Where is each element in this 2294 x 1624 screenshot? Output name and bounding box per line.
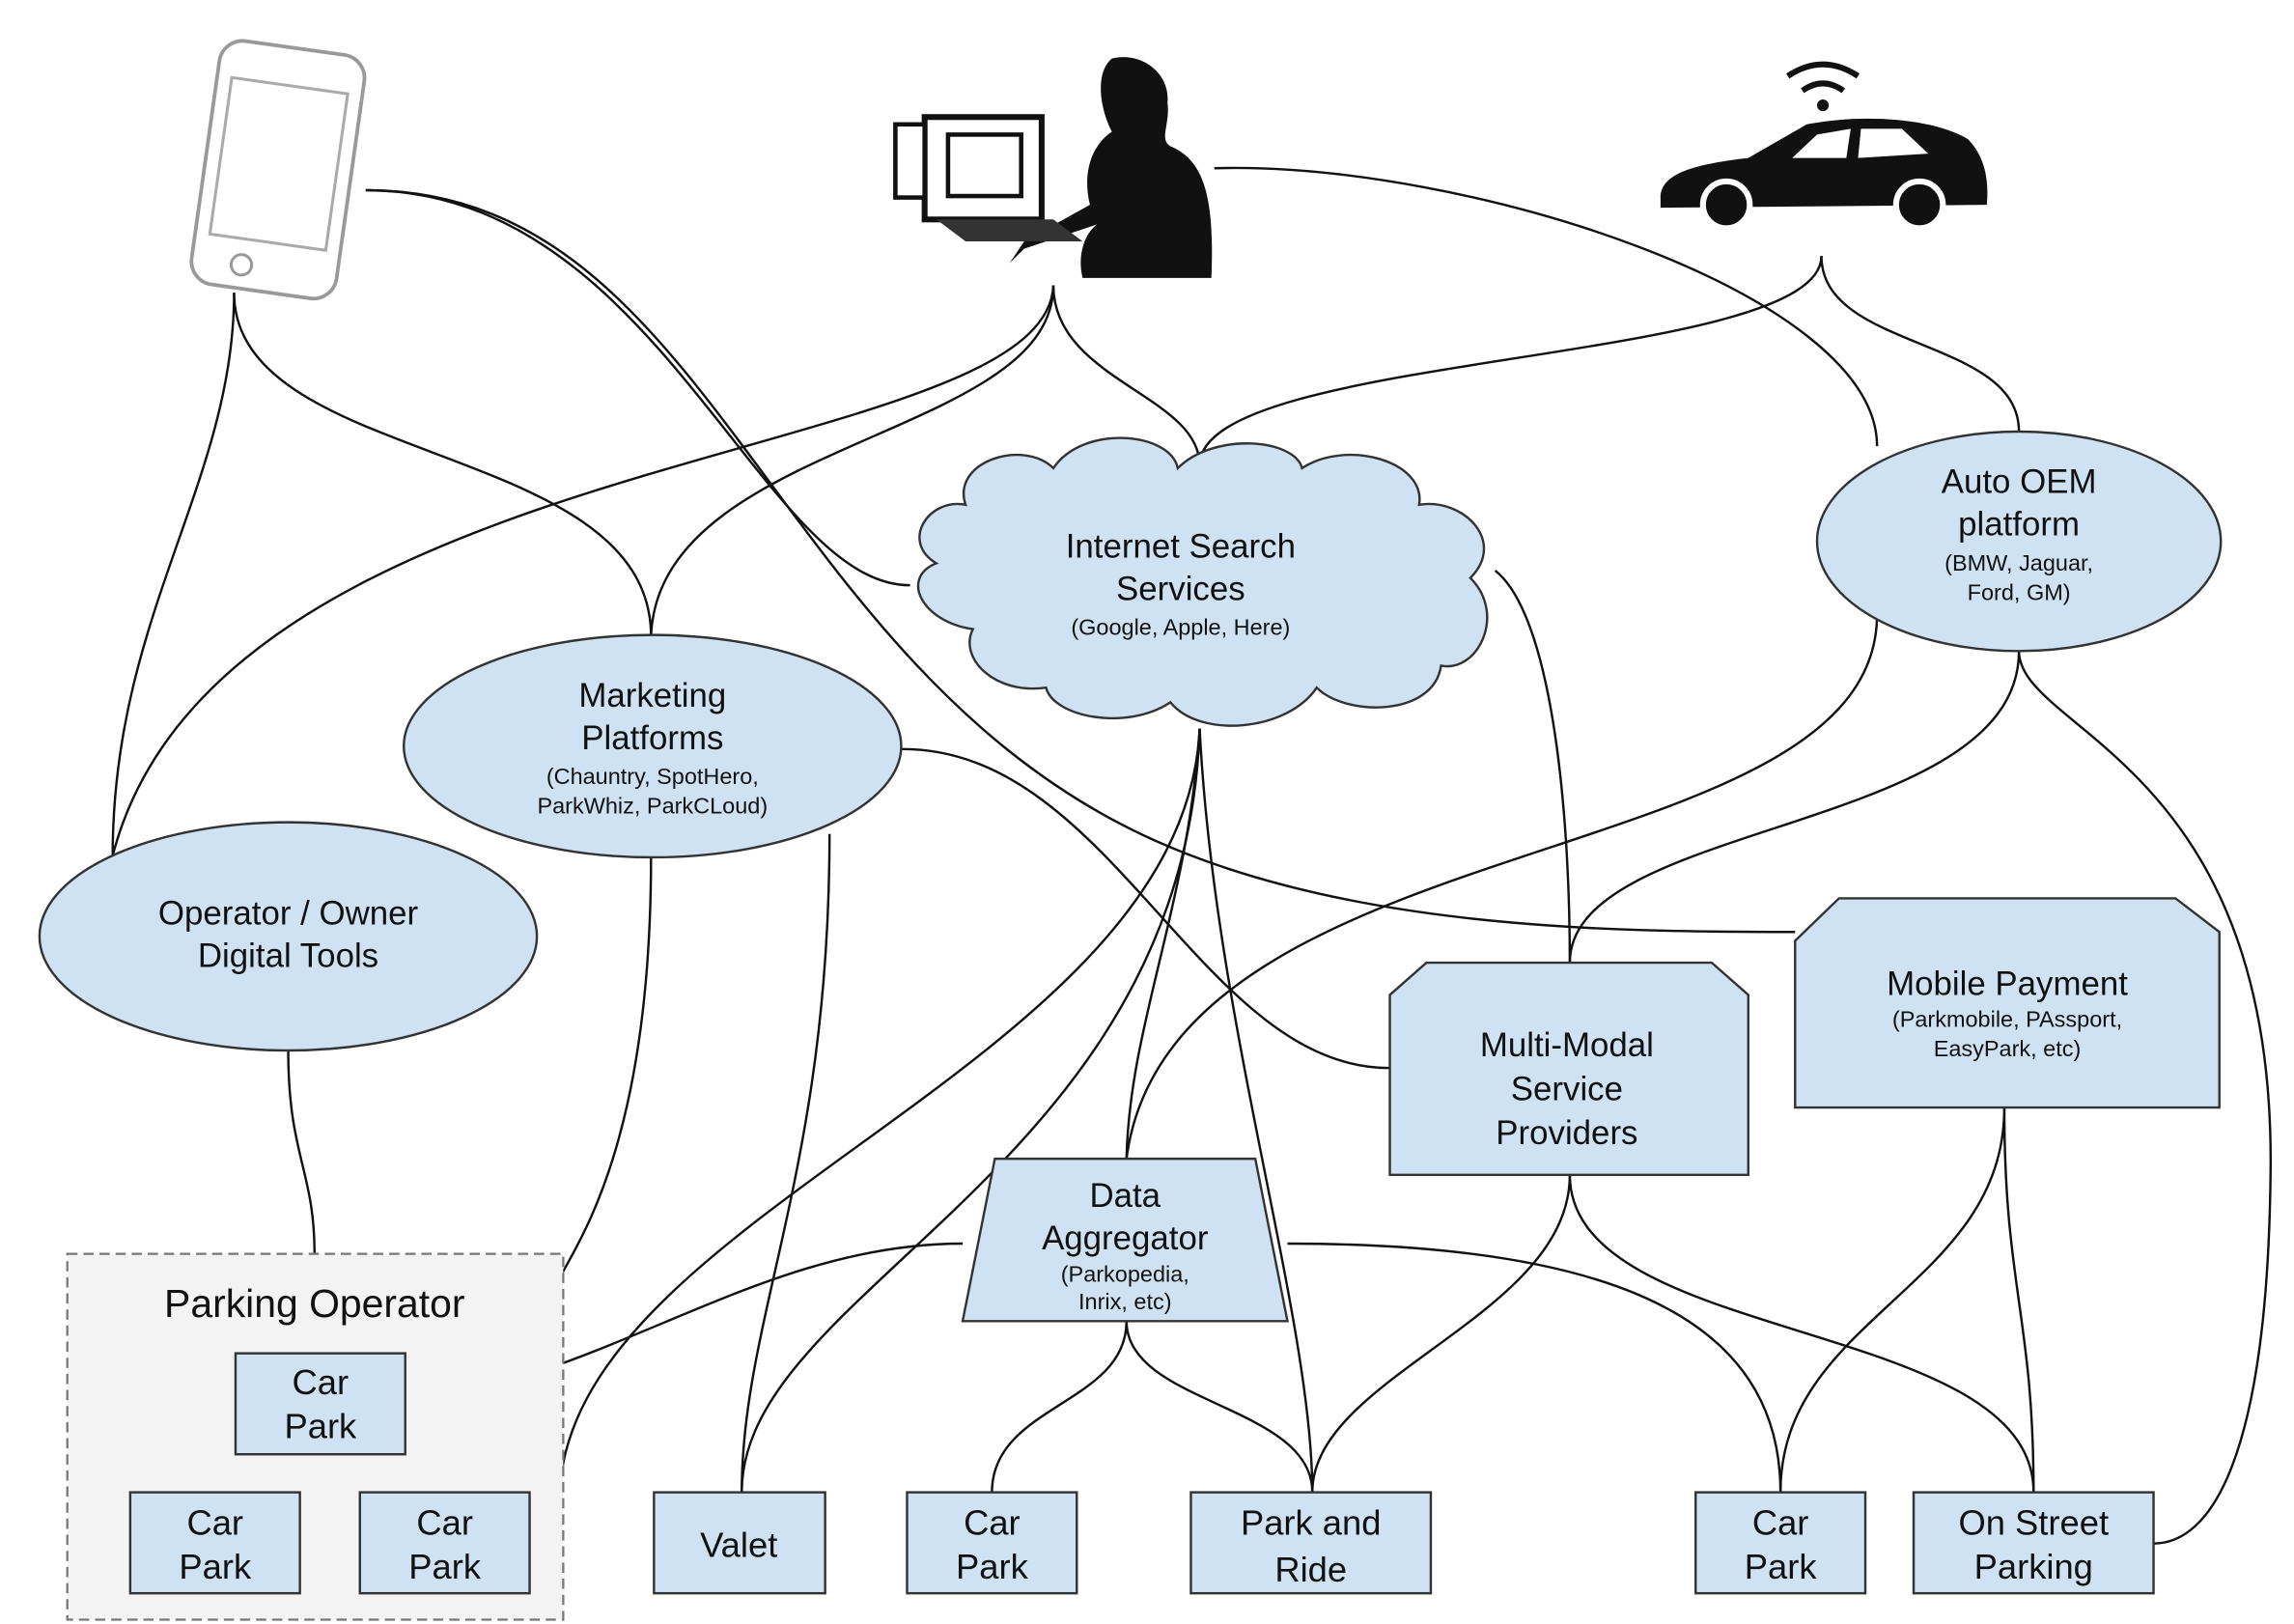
marketing-title-1: Marketing xyxy=(578,677,726,714)
park-ride-label-2: Ride xyxy=(1274,1550,1347,1589)
node-multimodal-service-providers[interactable]: Multi-Modal Service Providers xyxy=(1388,961,1750,1177)
aggregator-examples-1: (Parkopedia, xyxy=(1061,1261,1189,1286)
auto-oem-title-1: Auto OEM xyxy=(1942,463,2097,501)
node-data-aggregator[interactable]: Data Aggregator (Parkopedia, Inrix, etc) xyxy=(961,1157,1289,1323)
aggregator-title-2: Aggregator xyxy=(1042,1219,1209,1257)
node-on-street-parking[interactable]: On Street Parking xyxy=(1912,1491,2155,1595)
aggregator-title-1: Data xyxy=(1089,1177,1161,1215)
auto-oem-examples-1: (BMW, Jaguar, xyxy=(1944,550,2093,575)
edge-operator-tools-parking-operator xyxy=(287,1050,317,1254)
internet-title-2: Services xyxy=(1116,570,1245,607)
on-street-label-2: Parking xyxy=(1974,1547,2093,1586)
edge-phone-marketing xyxy=(233,293,653,637)
edge-mobile-payment-on-street xyxy=(2002,1107,2035,1493)
node-valet[interactable]: Valet xyxy=(653,1491,826,1595)
edge-phone-operator-tools xyxy=(111,293,236,856)
marketing-title-2: Platforms xyxy=(581,719,723,757)
edge-aggregator-carpark-1 xyxy=(991,1321,1128,1493)
mobile-payment-examples-1: (Parkmobile, PAssport, xyxy=(1892,1007,2122,1032)
auto-oem-examples-2: Ford, GM) xyxy=(1968,579,2071,604)
parking-ecosystem-diagram: Internet Search Services (Google, Apple,… xyxy=(38,39,2272,1621)
car-park-label-1: Car xyxy=(1752,1503,1809,1543)
node-operator-owner-digital-tools[interactable]: Operator / Owner Digital Tools xyxy=(38,821,539,1052)
mobile-payment-examples-2: EasyPark, etc) xyxy=(1934,1036,2082,1061)
multimodal-title-3: Providers xyxy=(1496,1114,1637,1152)
car-park-label-2: Park xyxy=(284,1407,357,1446)
edge-multimodal-on-street xyxy=(1568,1174,2035,1493)
node-car-park-right[interactable]: Car Park xyxy=(1694,1491,1867,1595)
edge-internet-park-ride xyxy=(1198,728,1314,1493)
person-at-computer-icon xyxy=(893,57,1213,278)
node-car-park-operator-top[interactable]: Car Park xyxy=(234,1352,406,1456)
parking-operator-title: Parking Operator xyxy=(164,1281,465,1326)
node-car-park-operator-left[interactable]: Car Park xyxy=(128,1491,301,1595)
operator-tools-title-2: Digital Tools xyxy=(198,938,378,975)
node-car-park-center[interactable]: Car Park xyxy=(906,1491,1078,1595)
node-mobile-payment[interactable]: Mobile Payment (Parkmobile, PAssport, Ea… xyxy=(1794,897,2221,1109)
edge-mobile-payment-carpark xyxy=(1778,1107,2006,1493)
node-auto-oem-platform[interactable]: Auto OEM platform (BMW, Jaguar, Ford, GM… xyxy=(1815,430,2223,653)
aggregator-examples-2: Inrix, etc) xyxy=(1078,1289,1172,1314)
auto-oem-title-2: platform xyxy=(1958,506,2080,544)
edge-marketing-valet xyxy=(741,833,831,1493)
node-internet-search-services[interactable]: Internet Search Services (Google, Apple,… xyxy=(916,436,1489,727)
node-park-and-ride[interactable]: Park and Ride xyxy=(1189,1491,1433,1595)
internet-examples: (Google, Apple, Here) xyxy=(1071,615,1290,640)
car-park-label-2: Park xyxy=(179,1547,252,1586)
edge-multimodal-park-ride xyxy=(1311,1174,1572,1493)
car-park-label-2: Park xyxy=(408,1547,482,1586)
mobile-payment-title: Mobile Payment xyxy=(1887,965,2128,1002)
car-park-label-2: Park xyxy=(1745,1547,1818,1586)
marketing-examples-2: ParkWhiz, ParkCLoud) xyxy=(537,794,768,819)
internet-title-1: Internet Search xyxy=(1066,527,1296,565)
multimodal-title-1: Multi-Modal xyxy=(1480,1026,1654,1064)
valet-label: Valet xyxy=(700,1525,777,1564)
on-street-label-1: On Street xyxy=(1958,1503,2109,1543)
connected-car-icon xyxy=(1660,61,1988,232)
car-park-label-1: Car xyxy=(293,1362,350,1402)
smartphone-icon xyxy=(189,39,367,301)
car-park-label-2: Park xyxy=(956,1547,1029,1586)
edge-internet-multimodal xyxy=(1494,570,1572,964)
car-park-label-1: Car xyxy=(964,1503,1021,1543)
multimodal-title-2: Service xyxy=(1511,1071,1623,1108)
node-marketing-platforms[interactable]: Marketing Platforms (Chauntry, SpotHero,… xyxy=(403,633,903,859)
edge-car-auto-oem xyxy=(1820,256,2021,433)
edge-aggregator-carpark-2 xyxy=(1287,1242,1782,1493)
edge-phone-internet xyxy=(365,188,910,587)
marketing-examples-1: (Chauntry, SpotHero, xyxy=(546,764,759,789)
car-park-label-1: Car xyxy=(416,1503,473,1543)
car-park-label-1: Car xyxy=(186,1503,243,1543)
node-car-park-operator-right[interactable]: Car Park xyxy=(358,1491,531,1595)
operator-tools-title-1: Operator / Owner xyxy=(158,895,419,933)
edge-aggregator-park-ride xyxy=(1125,1321,1314,1493)
park-ride-label-1: Park and xyxy=(1241,1503,1382,1543)
edge-computer-auto-oem xyxy=(1214,166,1879,447)
